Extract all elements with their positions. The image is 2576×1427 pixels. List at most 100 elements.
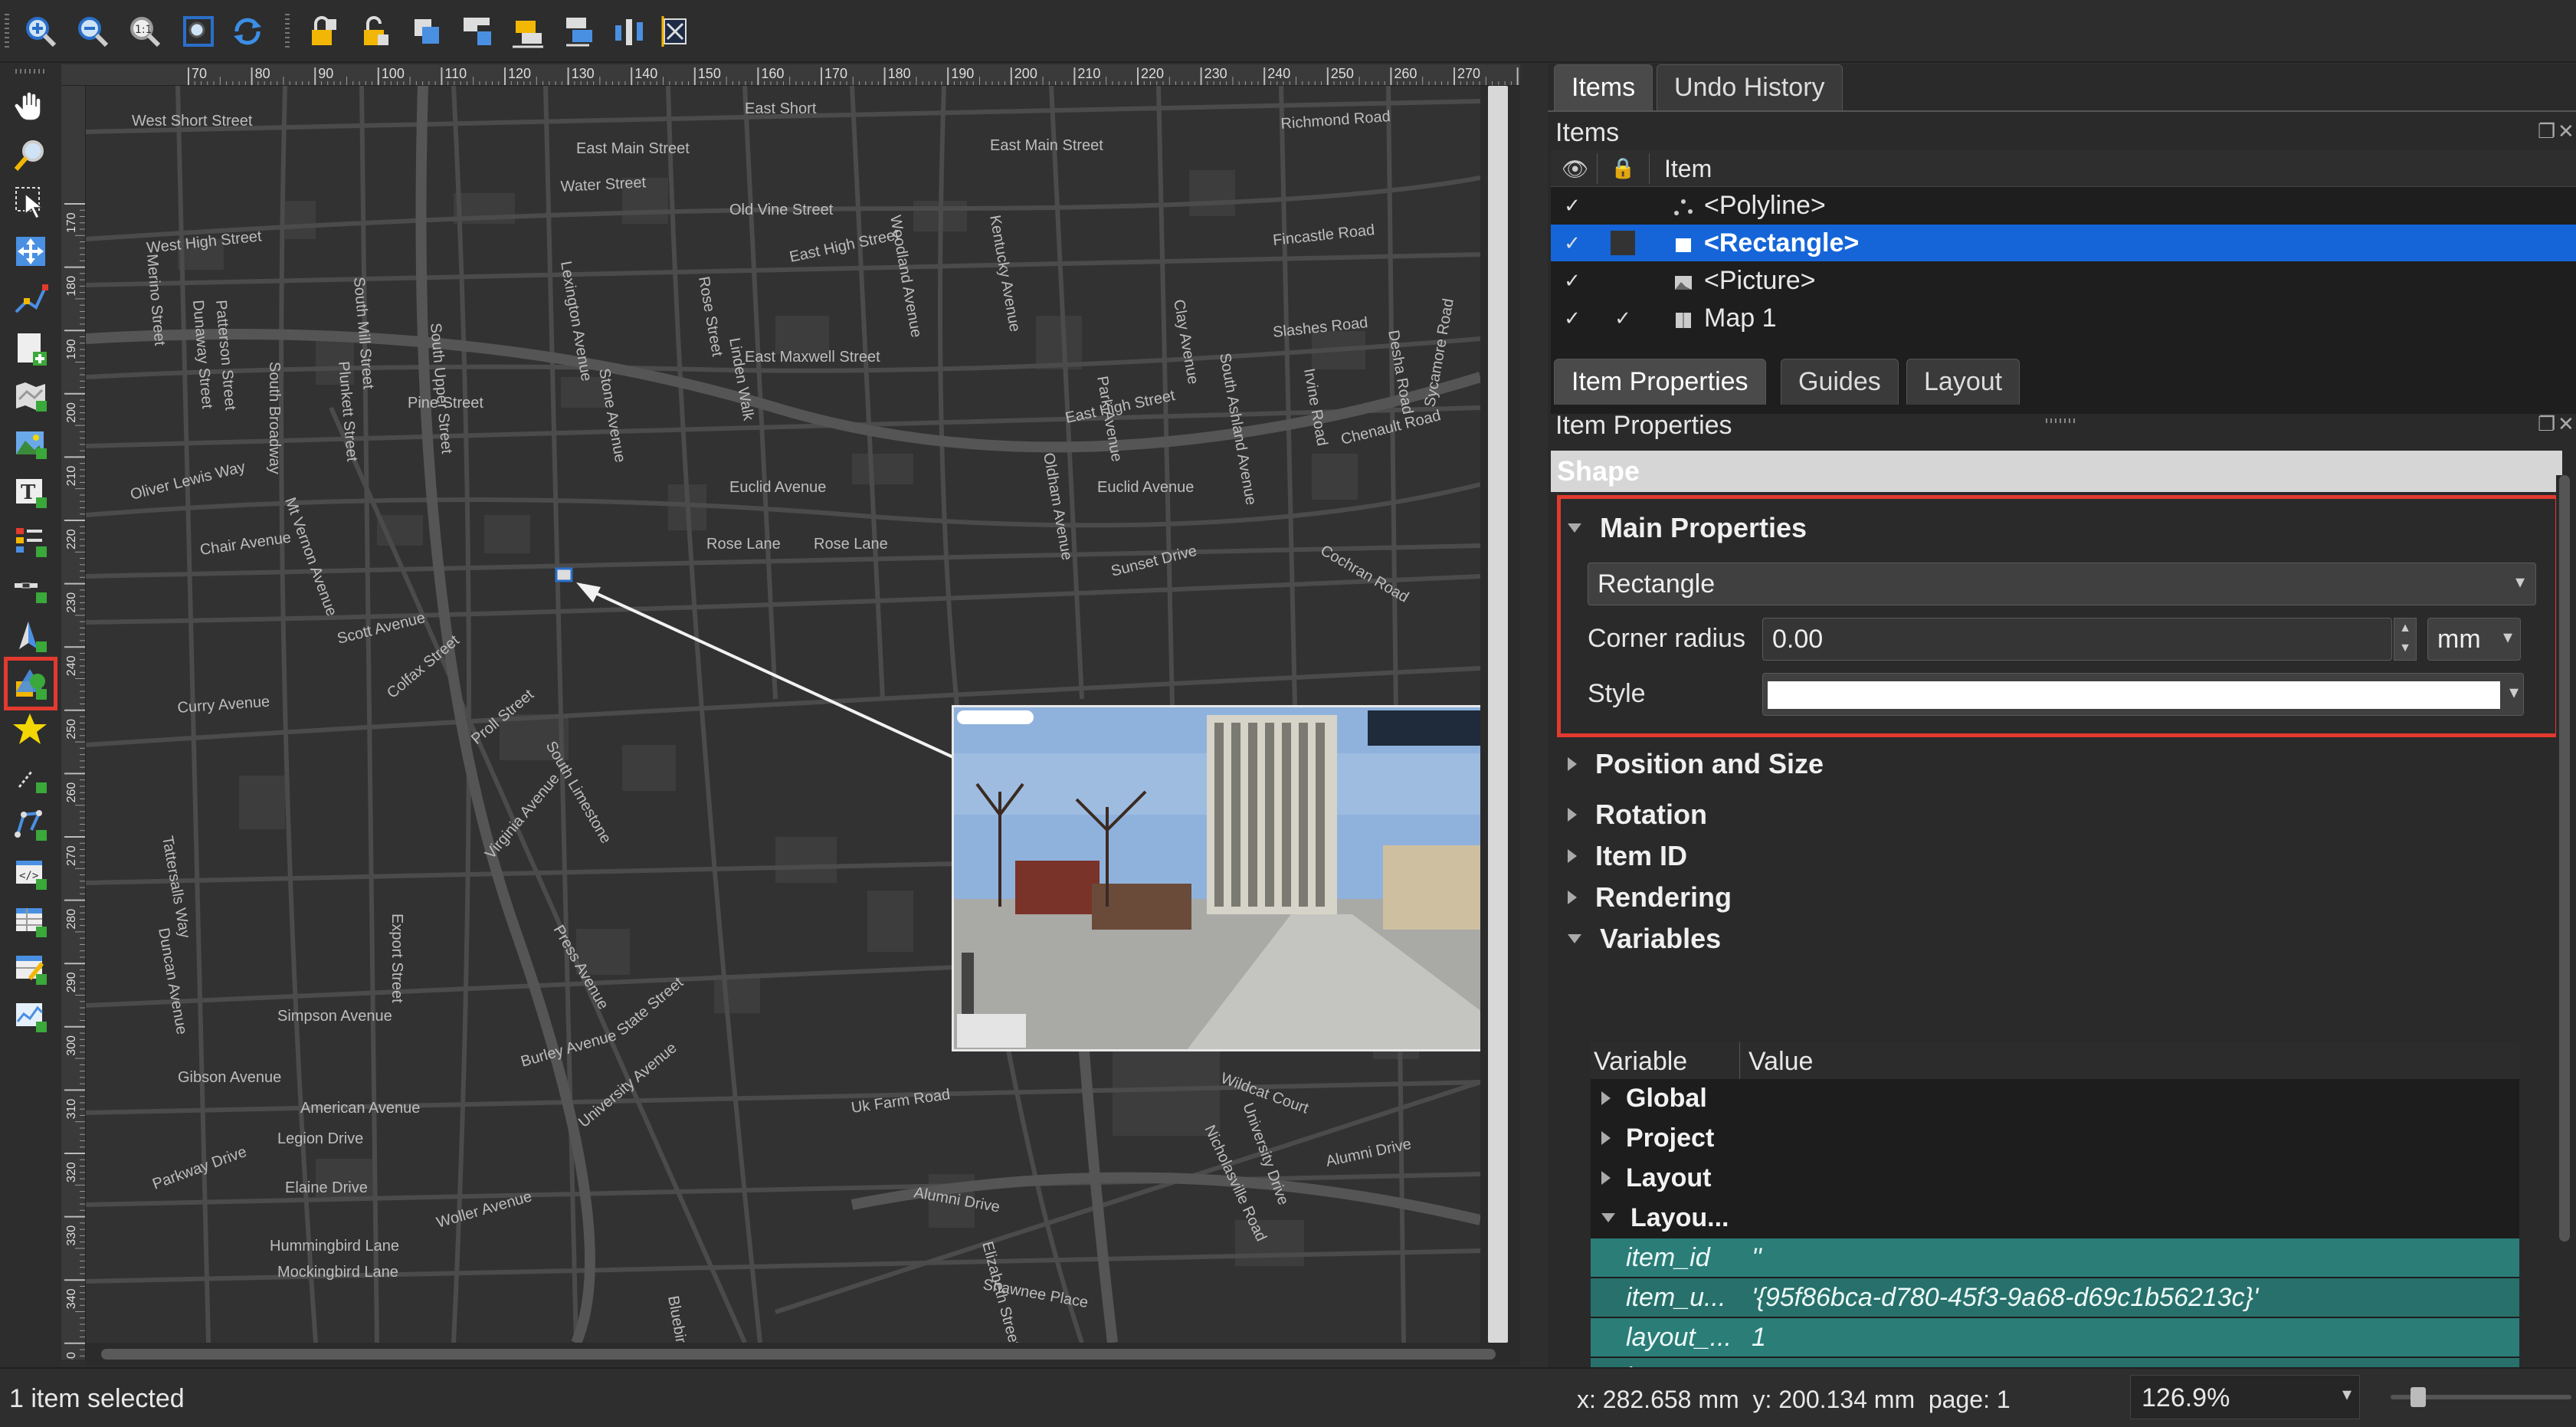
canvas-vertical-scrollbar[interactable] (1480, 86, 1520, 1343)
horizontal-ruler[interactable]: 70 80 90 100 110 120 130 140 150 160 170 180 190 200 2… (61, 64, 1520, 86)
unlock-icon[interactable] (354, 11, 395, 52)
variable-value[interactable]: 1 (1752, 1323, 1766, 1353)
add-elevation-profile-icon[interactable] (9, 995, 52, 1038)
properties-scroll-thumb[interactable] (2559, 475, 2570, 1242)
item-name[interactable]: <Rectangle> (1704, 228, 1859, 258)
toolbar-grip[interactable] (5, 14, 9, 49)
variable-group-row[interactable]: Layout (1591, 1159, 2519, 1197)
item-name[interactable]: <Polyline> (1704, 191, 1826, 221)
lower-icon[interactable] (558, 11, 599, 52)
tab-layout[interactable]: Layout (1906, 359, 2020, 405)
move-content-icon[interactable] (9, 230, 52, 273)
variables-group[interactable]: Variables (1568, 923, 1721, 955)
horizontal-scroll-thumb[interactable] (101, 1349, 1496, 1360)
lock-checkbox[interactable] (1611, 268, 1635, 293)
add-legend-icon[interactable] (9, 520, 52, 563)
shape-type-select[interactable]: Rectangle ▾ (1588, 563, 2536, 605)
vertical-ruler[interactable]: 170 180 190 200 210 220 230 240 250 260 270 280 290 3… (61, 86, 86, 1360)
float-icon[interactable]: ❐ (2538, 412, 2555, 436)
close-icon[interactable]: ✕ (2558, 412, 2574, 436)
add-fixed-table-icon[interactable] (9, 947, 52, 990)
lock-checkbox[interactable] (1611, 231, 1635, 255)
spin-up-icon[interactable]: ▲ (2394, 618, 2416, 638)
add-attribute-table-icon[interactable] (9, 900, 52, 943)
edit-nodes-icon[interactable] (9, 277, 52, 320)
properties-scrollbar[interactable] (2556, 475, 2573, 1372)
add-map-icon[interactable] (9, 374, 52, 417)
style-symbol-button[interactable]: ▾ (1762, 673, 2524, 716)
variable-value[interactable]: '{95f86bca-d780-45f3-9a68-d69c1b56213c}' (1752, 1283, 2258, 1313)
zoom-actual-icon[interactable]: 1:1 (124, 11, 166, 52)
variable-value[interactable]: '' (1752, 1243, 1762, 1273)
street-view-picture[interactable] (952, 705, 1480, 1051)
item-name[interactable]: <Picture> (1704, 266, 1816, 296)
ungroup-icon[interactable] (457, 11, 498, 52)
tools-grip[interactable] (15, 69, 46, 74)
item-name[interactable]: Map 1 (1704, 303, 1777, 333)
vertical-scroll-thumb[interactable] (1488, 86, 1508, 1343)
rotation-group[interactable]: Rotation (1568, 799, 1707, 831)
variable-group-row[interactable]: Layou... (1591, 1199, 2519, 1237)
canvas-horizontal-scrollbar[interactable] (86, 1343, 1520, 1366)
tab-items[interactable]: Items (1554, 64, 1653, 110)
tab-item-properties[interactable]: Item Properties (1554, 359, 1766, 405)
add-polyline-icon[interactable] (9, 756, 52, 799)
corner-radius-input[interactable]: 0.00 (1762, 618, 2392, 661)
polyline-arrow[interactable] (582, 586, 954, 759)
select-icon[interactable] (9, 181, 52, 224)
panel-splitter[interactable] (2046, 418, 2076, 423)
tab-undo-history[interactable]: Undo History (1657, 64, 1843, 110)
rendering-group[interactable]: Rendering (1568, 881, 1732, 914)
variable-row[interactable]: layout_... 1 (1591, 1318, 2519, 1356)
lock-checkbox[interactable] (1611, 193, 1635, 218)
position-and-size-group[interactable]: Position and Size (1568, 748, 1824, 780)
items-row[interactable]: ✓ <Polyline> (1551, 187, 2576, 224)
items-row[interactable]: ✓ <Picture> (1551, 262, 2576, 299)
corner-radius-unit-select[interactable]: mm ▾ (2427, 618, 2521, 661)
add-north-arrow-icon[interactable] (9, 615, 52, 658)
lock-icon[interactable] (302, 11, 343, 52)
item-id-group[interactable]: Item ID (1568, 840, 1687, 872)
spin-down-icon[interactable]: ▼ (2394, 638, 2416, 658)
zoom-full-icon[interactable] (178, 11, 219, 52)
visibility-checkbox[interactable]: ✓ (1560, 193, 1585, 218)
items-row[interactable]: ✓ ✓ Map 1 (1551, 300, 2576, 336)
raise-icon[interactable] (507, 11, 549, 52)
toolbar-grip-2[interactable] (285, 14, 290, 49)
align-icon[interactable] (608, 11, 650, 52)
zoom-out-icon[interactable] (72, 11, 113, 52)
refresh-icon[interactable] (227, 11, 268, 52)
visibility-checkbox[interactable]: ✓ (1560, 306, 1585, 330)
add-page-icon[interactable] (9, 326, 52, 369)
zoom-in-icon[interactable] (20, 11, 61, 52)
variable-row[interactable]: item_id '' (1591, 1238, 2519, 1277)
add-label-icon[interactable]: T (9, 471, 52, 513)
zoom-icon[interactable] (9, 133, 52, 176)
tab-guides[interactable]: Guides (1781, 359, 1899, 405)
add-polygon-icon[interactable] (9, 803, 52, 846)
add-picture-icon[interactable] (9, 422, 52, 464)
add-marker-icon[interactable] (9, 708, 52, 751)
add-html-icon[interactable]: </> (9, 852, 52, 895)
variable-group-row[interactable]: Project (1591, 1119, 2519, 1157)
add-shape-icon[interactable] (4, 657, 57, 710)
variable-row[interactable]: item_u... '{95f86bca-d780-45f3-9a68-d69c1… (1591, 1278, 2519, 1317)
corner-radius-spinner[interactable]: ▲ ▼ (2394, 618, 2417, 661)
visibility-checkbox[interactable]: ✓ (1560, 231, 1585, 255)
zoom-slider-handle[interactable] (2410, 1387, 2426, 1407)
layout-canvas[interactable]: West Short Street East Short Richmond Road… (86, 86, 1480, 1343)
distribute-icon[interactable] (654, 11, 696, 52)
float-icon[interactable]: ❐ (2538, 120, 2555, 143)
close-icon[interactable]: ✕ (2558, 120, 2574, 143)
add-scalebar-icon[interactable] (9, 566, 52, 609)
visibility-checkbox[interactable]: ✓ (1560, 268, 1585, 293)
zoom-combobox[interactable]: 126.9% ▾ (2130, 1375, 2360, 1419)
variable-group-row[interactable]: Global (1591, 1079, 2519, 1117)
group-icon[interactable] (406, 11, 447, 52)
lock-checkbox[interactable]: ✓ (1611, 306, 1635, 330)
selected-rectangle-item[interactable] (555, 567, 573, 582)
zoom-slider[interactable] (2391, 1387, 2571, 1407)
pan-icon[interactable] (9, 84, 52, 127)
variable-row[interactable]: layout_...17 (1591, 1358, 2519, 1367)
main-properties-group[interactable]: Main Properties (1568, 512, 1807, 544)
